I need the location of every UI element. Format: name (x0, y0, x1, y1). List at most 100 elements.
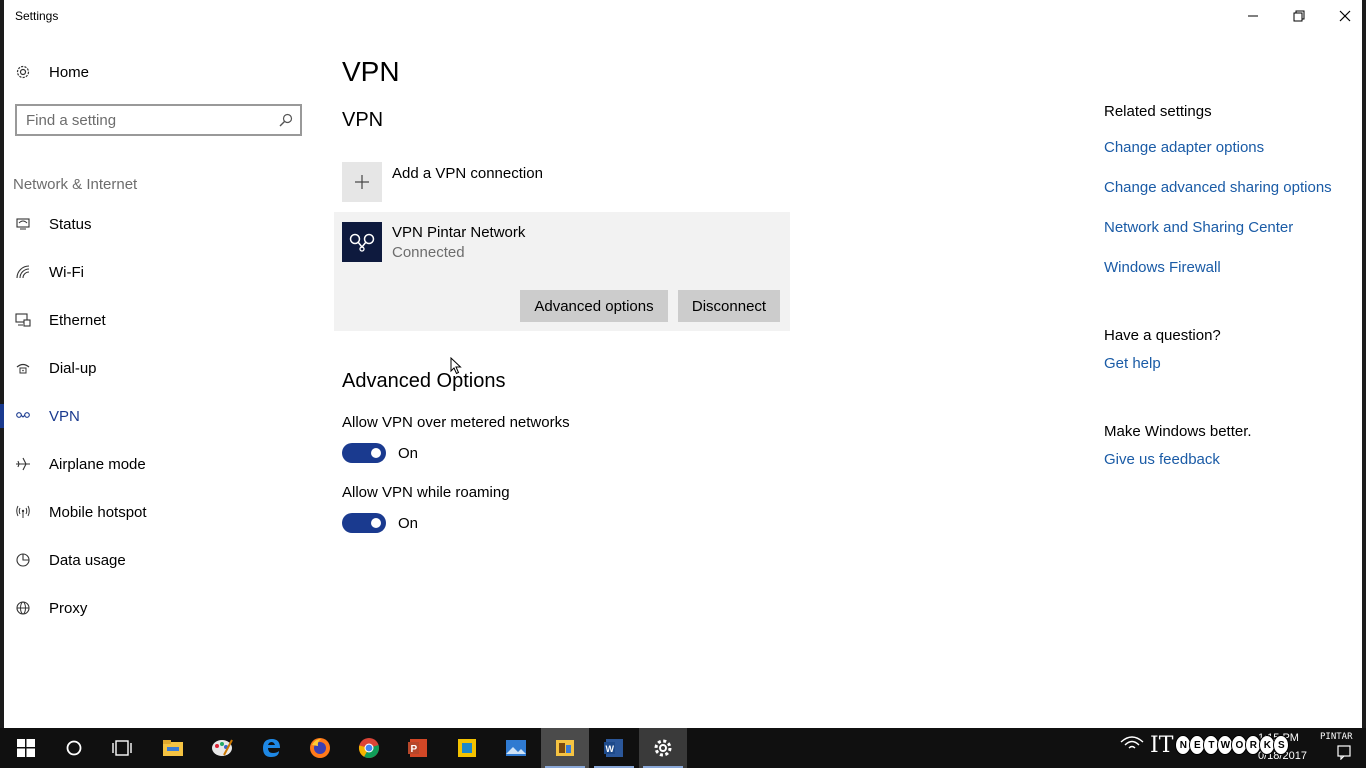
settings-taskbar-button[interactable] (639, 728, 687, 768)
nav-list: Status Wi-Fi Ethernet Dial-up VPN Airpla… (0, 200, 320, 632)
toggle-knob (371, 448, 381, 458)
sidebar-item-airplane[interactable]: Airplane mode (0, 440, 320, 488)
sidebar-item-label: Dial-up (49, 359, 97, 377)
sidebar-item-label: Proxy (49, 599, 88, 617)
sidebar-item-label: Mobile hotspot (49, 503, 147, 521)
sidebar-item-status[interactable]: Status (0, 200, 320, 248)
windows-firewall-link[interactable]: Windows Firewall (1104, 259, 1221, 276)
disconnect-button[interactable]: Disconnect (678, 290, 780, 322)
wifi-tray-icon[interactable] (1119, 734, 1145, 754)
roaming-label: Allow VPN while roaming (342, 484, 510, 501)
sidebar-item-label: Wi-Fi (49, 263, 84, 281)
feedback-heading: Make Windows better. (1104, 423, 1252, 440)
folder-icon (163, 740, 183, 756)
word-button[interactable]: W (590, 728, 638, 768)
photos-button[interactable] (492, 728, 540, 768)
change-sharing-options-link[interactable]: Change advanced sharing options (1104, 179, 1332, 196)
metered-networks-toggle-row: On (342, 443, 418, 463)
word-icon: W (604, 739, 623, 757)
app-icon (458, 739, 476, 757)
gear-icon (654, 739, 672, 757)
sidebar-item-label: VPN (49, 407, 80, 425)
sidebar-item-vpn[interactable]: VPN (0, 392, 320, 440)
minimize-icon (1248, 15, 1258, 17)
restore-icon (1293, 10, 1305, 22)
airplane-icon (14, 455, 32, 473)
edge-icon (263, 739, 280, 757)
give-feedback-link[interactable]: Give us feedback (1104, 451, 1220, 468)
edge-button[interactable] (247, 728, 295, 768)
gear-icon (14, 63, 32, 81)
search-icon[interactable] (278, 112, 294, 128)
svg-text:W: W (606, 744, 615, 754)
plus-icon (342, 162, 382, 202)
vpn-connection-icon (342, 222, 382, 262)
app-button-2[interactable] (541, 728, 589, 768)
powerpoint-icon: P (408, 739, 427, 757)
roaming-toggle-row: On (342, 513, 418, 533)
window-title: Settings (15, 9, 59, 23)
paint-button[interactable] (198, 728, 246, 768)
task-view-button[interactable] (98, 728, 146, 768)
add-vpn-connection[interactable]: Add a VPN connection (342, 162, 543, 202)
cortana-button[interactable] (50, 728, 98, 768)
app-icon (556, 740, 574, 756)
watermark-letters: N E T W O R K S (1175, 735, 1290, 755)
network-sharing-center-link[interactable]: Network and Sharing Center (1104, 219, 1293, 236)
close-icon (1339, 10, 1351, 22)
vpn-connection-card[interactable]: VPN Pintar Network Connected Advanced op… (334, 212, 790, 331)
question-heading: Have a question? (1104, 327, 1221, 344)
globe-status-icon (14, 215, 32, 233)
mouse-cursor (450, 356, 462, 380)
section-title: Network & Internet (13, 176, 138, 193)
home-nav[interactable]: Home (14, 60, 89, 84)
advanced-options-button[interactable]: Advanced options (520, 290, 668, 322)
metered-networks-state: On (398, 444, 419, 462)
start-button[interactable] (2, 728, 50, 768)
roaming-state: On (398, 514, 419, 532)
toggle-knob (371, 518, 381, 528)
roaming-toggle[interactable] (342, 513, 386, 533)
vpn-section-title: VPN (342, 109, 384, 131)
minimize-button[interactable] (1230, 0, 1276, 32)
file-explorer-button[interactable] (149, 728, 197, 768)
metered-networks-toggle[interactable] (342, 443, 386, 463)
vpn-icon (14, 407, 32, 425)
search-input[interactable] (26, 111, 266, 129)
firefox-icon (310, 738, 330, 758)
data-usage-icon (14, 551, 32, 569)
restore-button[interactable] (1276, 0, 1322, 32)
svg-text:P: P (411, 744, 418, 755)
related-settings-heading: Related settings (1104, 103, 1212, 120)
chrome-button[interactable] (345, 728, 393, 768)
photos-icon (506, 740, 526, 756)
chrome-icon (358, 738, 379, 759)
vpn-connection-status: Connected (392, 244, 465, 261)
sidebar-item-dialup[interactable]: Dial-up (0, 344, 320, 392)
brand-watermark: PINTAR (1320, 732, 1353, 742)
sidebar-item-ethernet[interactable]: Ethernet (0, 296, 320, 344)
page-title: VPN (342, 56, 400, 87)
sidebar-item-label: Data usage (49, 551, 126, 569)
sidebar-item-data-usage[interactable]: Data usage (0, 536, 320, 584)
close-button[interactable] (1322, 0, 1366, 32)
task-view-icon (112, 740, 132, 756)
app-button-1[interactable] (443, 728, 491, 768)
firefox-button[interactable] (296, 728, 344, 768)
change-adapter-options-link[interactable]: Change adapter options (1104, 139, 1264, 156)
dialup-icon (14, 359, 32, 377)
wifi-icon (14, 263, 32, 281)
notification-icon[interactable] (1336, 744, 1352, 760)
home-label: Home (49, 63, 90, 81)
sidebar-item-wifi[interactable]: Wi-Fi (0, 248, 320, 296)
watermark-letter: S (1273, 735, 1290, 755)
powerpoint-button[interactable]: P (394, 728, 442, 768)
sidebar-item-proxy[interactable]: Proxy (0, 584, 320, 632)
advanced-options-title: Advanced Options (342, 370, 506, 392)
search-box[interactable] (15, 104, 302, 136)
sidebar-item-hotspot[interactable]: Mobile hotspot (0, 488, 320, 536)
sidebar-item-label: Airplane mode (49, 455, 146, 473)
sidebar-item-label: Status (49, 215, 92, 233)
paint-palette-icon (212, 739, 233, 756)
get-help-link[interactable]: Get help (1104, 355, 1161, 372)
